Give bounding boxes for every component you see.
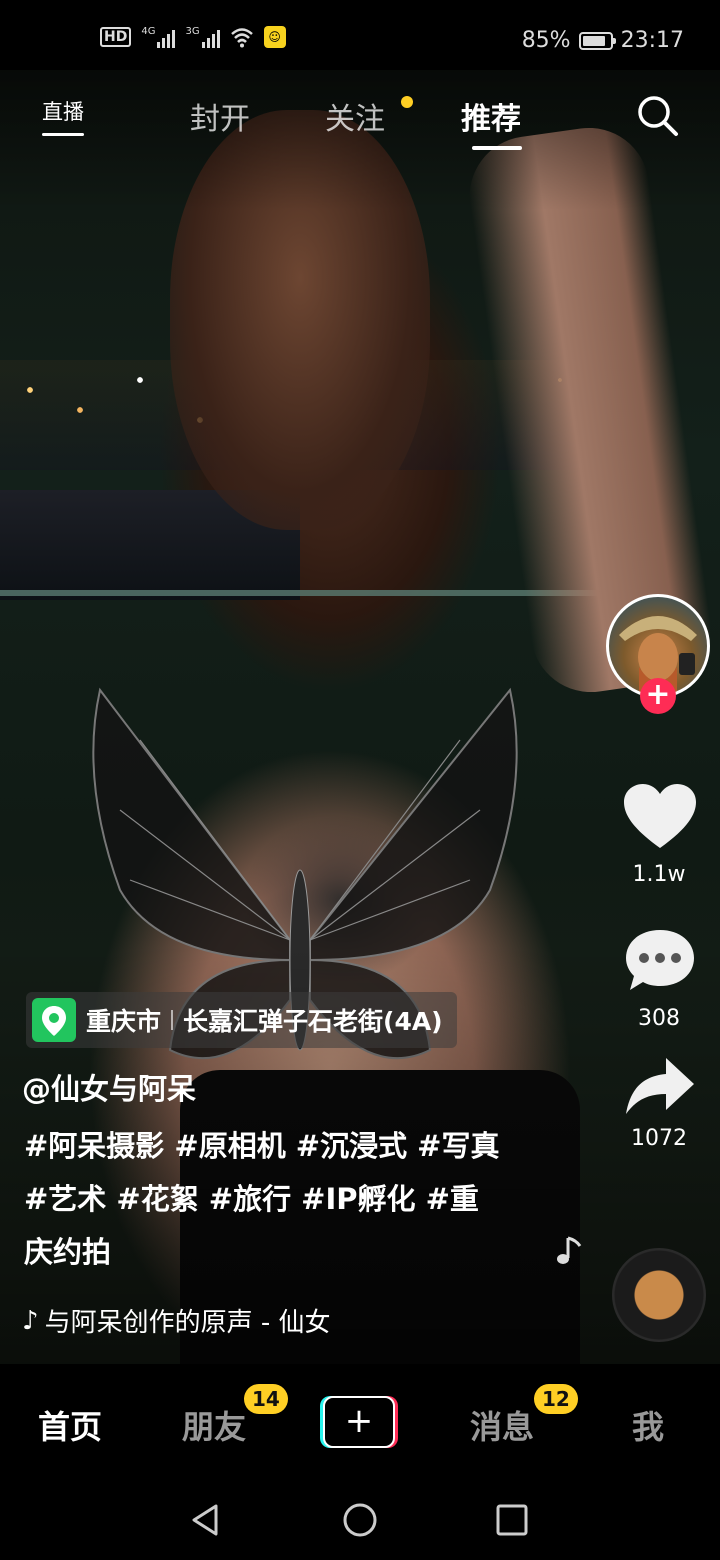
live-tv-icon[interactable]: 直播 [40, 92, 86, 136]
active-tab-indicator [472, 146, 522, 150]
music-disc-icon[interactable] [612, 1248, 706, 1342]
nav-me[interactable]: 我 [632, 1402, 664, 1448]
battery-percent: 85% [521, 28, 571, 53]
create-post-button[interactable]: + [320, 1396, 398, 1448]
follow-button[interactable]: + [640, 678, 676, 714]
back-triangle-icon[interactable] [188, 1502, 224, 1538]
location-pin-icon [32, 998, 76, 1042]
battery-icon [578, 31, 616, 50]
messages-badge: 12 [534, 1384, 578, 1414]
tiktok-note-icon: ♪ [22, 1305, 39, 1336]
tab-following-dot [401, 96, 413, 108]
like-count: 1.1w [632, 862, 686, 887]
tab-recommended[interactable]: 推荐 [461, 94, 521, 138]
music-info[interactable]: ♪ 与阿呆创作的原声 - 仙女 [22, 1302, 382, 1339]
nav-home[interactable]: 首页 [38, 1402, 102, 1448]
share-count: 1072 [631, 1126, 687, 1151]
hd-icon: HD [100, 27, 132, 47]
search-icon[interactable] [636, 94, 680, 138]
tab-fengkai[interactable]: 封开 [190, 94, 250, 138]
signal-4g-icon: 4G [141, 26, 176, 48]
friends-badge: 14 [244, 1384, 288, 1414]
nav-friends[interactable]: 朋友 [182, 1402, 246, 1448]
share-arrow-icon[interactable] [622, 1052, 698, 1122]
system-nav-bar [0, 1484, 720, 1560]
home-circle-icon[interactable] [342, 1502, 378, 1538]
like-heart-icon[interactable] [622, 782, 698, 852]
location-tag[interactable]: 重庆市 长嘉汇弹子石老街(4A) [26, 992, 457, 1048]
bottom-nav: 首页 朋友 14 + 消息 12 我 [0, 1364, 720, 1484]
signal-4g-label: 4G [141, 26, 156, 37]
location-separator [171, 1010, 174, 1030]
status-indicators: HD 4G 3G ☺ [100, 26, 286, 48]
signal-3g-label: 3G [185, 26, 200, 37]
author-handle[interactable]: @仙女与阿呆 [22, 1066, 196, 1108]
music-note-icon [557, 1236, 582, 1264]
top-nav: 直播 封开 关注 推荐 [0, 70, 720, 160]
status-right: 85% 23:17 [522, 28, 684, 53]
location-city: 重庆市 [86, 1007, 162, 1036]
status-bar: HD 4G 3G ☺ 85% 23:17 [0, 0, 720, 70]
video-caption[interactable]: #阿呆摄影 #原相机 #沉浸式 #写真 #艺术 #花絮 #旅行 #IP孵化 #重… [24, 1120, 504, 1279]
comment-count: 308 [638, 1006, 680, 1031]
plus-icon: + [323, 1396, 395, 1448]
music-title: 与阿呆创作的原声 - 仙女 [44, 1308, 331, 1338]
recents-square-icon[interactable] [494, 1502, 530, 1538]
wifi-icon [230, 28, 253, 48]
comment-bubble-icon[interactable] [622, 926, 698, 996]
tab-following[interactable]: 关注 [325, 94, 385, 138]
nav-messages[interactable]: 消息 [470, 1402, 534, 1448]
app-notification-icon: ☺ [263, 26, 286, 48]
location-place: 长嘉汇弹子石老街(4A) [183, 1007, 443, 1036]
clock: 23:17 [620, 28, 684, 53]
signal-3g-icon: 3G [185, 26, 220, 48]
battery-fill [582, 35, 605, 46]
